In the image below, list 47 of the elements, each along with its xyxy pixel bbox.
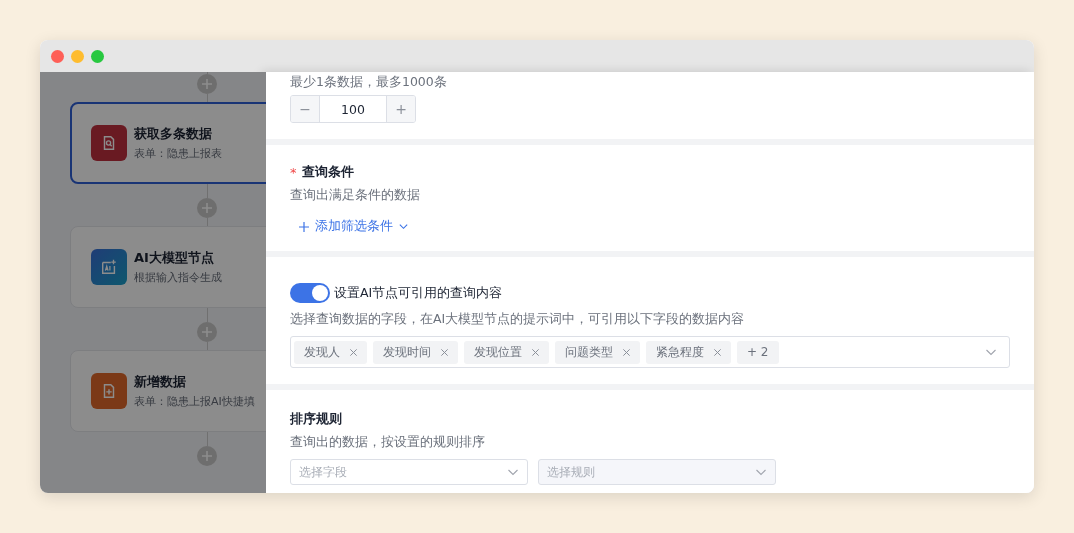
required-mark: * [290, 164, 297, 180]
window-close-button[interactable] [51, 49, 64, 63]
ai-sparkle-icon [91, 249, 127, 285]
plus-icon [298, 220, 310, 233]
section-hint: 查询出的数据，按设置的规则排序 [290, 434, 485, 451]
close-icon[interactable] [713, 347, 722, 357]
more-tags-badge: + 2 [737, 340, 779, 364]
number-input[interactable]: 100 [319, 96, 387, 122]
tag-label: 紧急程度 [656, 343, 704, 361]
add-filter-link[interactable]: 添加筛选条件 [290, 218, 409, 235]
limit-hint: 最少1条数据，最多1000条 [290, 74, 447, 91]
section-hint: 选择查询数据的字段，在AI大模型节点的提示词中，可引用以下字段的数据内容 [290, 311, 745, 328]
close-icon[interactable] [349, 347, 358, 357]
node-subtitle: 表单：隐患上报表 [134, 146, 222, 161]
number-stepper[interactable]: − 100 + [290, 95, 416, 123]
close-icon[interactable] [531, 347, 540, 357]
tag-label: 发现人 [304, 343, 340, 361]
node-title: 新增数据 [134, 373, 187, 391]
decrement-button[interactable]: − [291, 96, 319, 122]
flow-node-card[interactable]: AI大模型节点 根据输入指令生成 [70, 226, 266, 308]
section-title: 查询条件 [301, 163, 354, 181]
node-title: AI大模型节点 [134, 249, 215, 267]
field-multi-select[interactable]: 发现人 发现时间 发现位置 问题类型 紧急程度 + 2 [290, 336, 1010, 368]
flow-node-card[interactable]: 获取多条数据 表单：隐患上报表 [70, 102, 266, 184]
add-node-icon[interactable] [197, 322, 217, 342]
node-subtitle: 表单：隐患上报AI快捷填 [134, 394, 255, 409]
close-icon[interactable] [440, 347, 449, 357]
toggle-switch[interactable] [290, 283, 330, 303]
toggle-label: 设置AI节点可引用的查询内容 [334, 284, 503, 302]
window-minimize-button[interactable] [71, 49, 84, 63]
node-subtitle: 根据输入指令生成 [134, 270, 222, 285]
document-search-icon [91, 125, 127, 161]
window-maximize-button[interactable] [91, 49, 104, 63]
node-title: 获取多条数据 [134, 125, 213, 143]
chevron-down-icon [398, 221, 409, 232]
flow-node-card[interactable]: 新增数据 表单：隐患上报AI快捷填 [70, 350, 266, 432]
document-plus-icon [91, 373, 127, 409]
add-node-icon[interactable] [197, 198, 217, 218]
add-node-icon[interactable] [197, 446, 217, 466]
tag-label: 发现时间 [383, 343, 431, 361]
tag-label: 问题类型 [565, 343, 613, 361]
increment-button[interactable]: + [387, 96, 415, 122]
tag-label: 发现位置 [474, 343, 522, 361]
section-hint: 查询出满足条件的数据 [290, 187, 420, 204]
section-title: 排序规则 [290, 410, 342, 428]
close-icon[interactable] [622, 347, 631, 357]
add-node-icon[interactable] [197, 74, 217, 94]
